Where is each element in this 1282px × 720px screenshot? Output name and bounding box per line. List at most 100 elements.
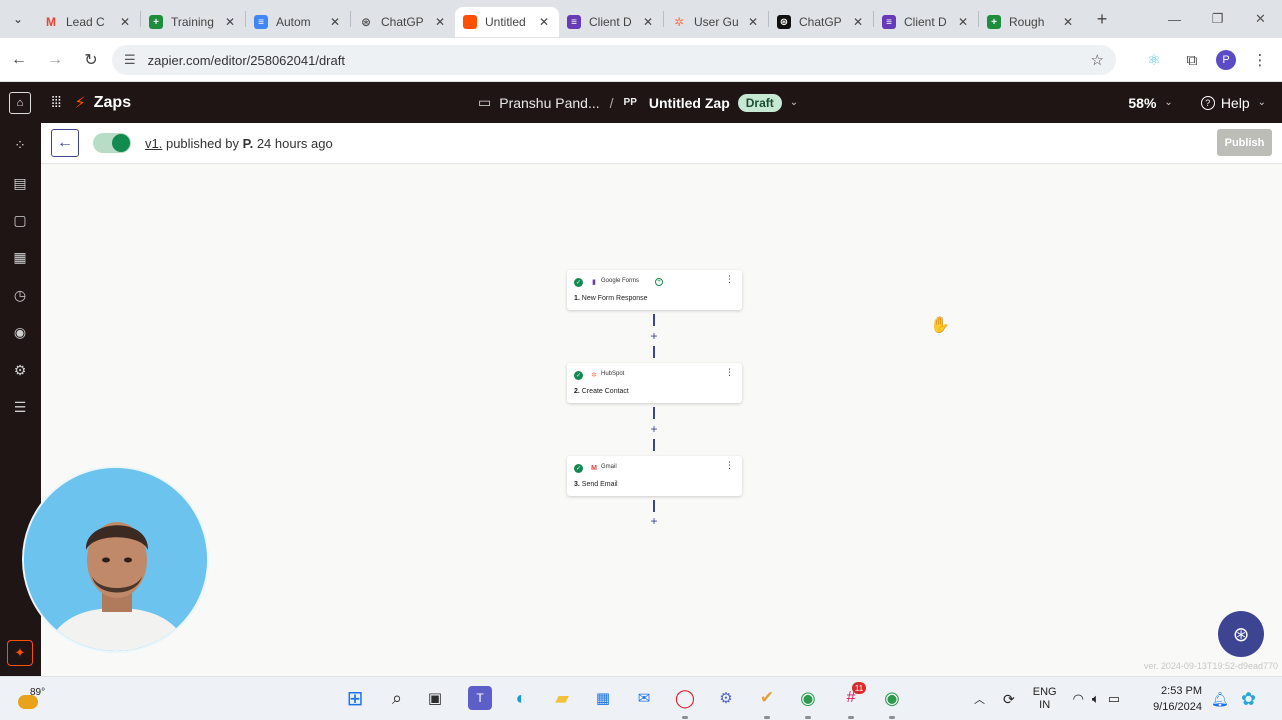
close-icon[interactable]: ✕ bbox=[118, 15, 132, 29]
stack-icon[interactable]: ☰ bbox=[10, 397, 30, 417]
app-grid-icon[interactable]: ⁞⁞⁞ bbox=[51, 94, 61, 111]
browser-menu-icon[interactable]: ⋮ bbox=[1246, 46, 1274, 74]
store-icon[interactable]: ▦ bbox=[591, 686, 615, 710]
forms-icon: ≡ bbox=[567, 15, 581, 29]
close-icon[interactable]: ✕ bbox=[1061, 15, 1075, 29]
sync-icon[interactable]: ⟳ bbox=[1003, 691, 1015, 708]
mail-icon[interactable]: ✉ bbox=[632, 686, 656, 710]
profile-avatar[interactable]: P bbox=[1216, 50, 1236, 70]
forward-arrow-icon[interactable]: → bbox=[38, 43, 72, 77]
minimize-icon[interactable]: — bbox=[1153, 0, 1196, 38]
running-indicator bbox=[805, 716, 811, 719]
close-icon[interactable]: ✕ bbox=[223, 15, 237, 29]
back-arrow-icon[interactable]: ← bbox=[51, 129, 79, 157]
browser-tab[interactable]: + Training ✕ bbox=[141, 7, 245, 37]
browser-tab[interactable]: ≡ Autom ✕ bbox=[246, 7, 350, 37]
step-action: 2. Create Contact bbox=[574, 388, 629, 395]
step-connector bbox=[653, 314, 655, 326]
chevron-down-icon[interactable]: ⌄ bbox=[790, 97, 798, 108]
wifi-icon[interactable]: ◠ bbox=[1073, 691, 1084, 707]
chevron-down-icon[interactable]: ⌄ bbox=[1164, 97, 1172, 108]
version-link[interactable]: v1. bbox=[145, 136, 162, 151]
step-card[interactable]: ✓ ▮ Google Forms + 1. New Form Response … bbox=[567, 270, 742, 310]
opera-icon[interactable]: ◯ bbox=[673, 686, 697, 710]
chatgpt-icon: ⊛ bbox=[777, 15, 791, 29]
section-title[interactable]: Zaps bbox=[94, 94, 131, 112]
add-step-button[interactable]: + bbox=[648, 515, 660, 527]
address-bar: ← → ↻ ☰ zapier.com/editor/258062041/draf… bbox=[0, 38, 1282, 82]
url-field[interactable]: ☰ zapier.com/editor/258062041/draft ☆ bbox=[112, 45, 1116, 75]
tab-title: Client D bbox=[589, 15, 632, 29]
calendar-icon[interactable]: ▦ bbox=[10, 247, 30, 267]
file-icon[interactable]: ▤ bbox=[10, 173, 30, 193]
more-options-icon[interactable]: ⋮ bbox=[725, 368, 734, 377]
activity-icon[interactable]: ◉ bbox=[10, 322, 30, 342]
more-options-icon[interactable]: ⋮ bbox=[725, 461, 734, 470]
chevron-up-icon[interactable]: ︿ bbox=[974, 691, 985, 707]
settings-gear-icon[interactable]: ⚙ bbox=[10, 360, 30, 380]
step-card[interactable]: ✓ ✲ HubSpot 2. Create Contact ⋮ bbox=[567, 363, 742, 403]
browser-tab[interactable]: ✲ User Gu ✕ bbox=[664, 7, 768, 37]
chrome-icon[interactable]: ◉ bbox=[880, 686, 904, 710]
close-icon[interactable]: ✕ bbox=[956, 15, 970, 29]
weather-widget[interactable]: 89° bbox=[18, 685, 48, 713]
clock[interactable]: 2:53 PM 9/16/2024 bbox=[1150, 683, 1202, 715]
more-options-icon[interactable]: ⋮ bbox=[725, 275, 734, 284]
zapier-ai-icon[interactable]: ✦ bbox=[7, 640, 33, 666]
add-step-button[interactable]: + bbox=[648, 423, 660, 435]
edge-icon[interactable]: ◐ bbox=[509, 686, 533, 710]
zap-canvas[interactable]: ✓ ▮ Google Forms + 1. New Form Response … bbox=[41, 164, 1282, 676]
language-code: ENG bbox=[1032, 686, 1057, 698]
bookmark-star-icon[interactable]: ☆ bbox=[1091, 51, 1104, 69]
browser-tab[interactable]: ⊛ ChatGP ✕ bbox=[769, 7, 873, 37]
task-view-icon[interactable]: ▣ bbox=[423, 686, 447, 710]
new-tab-button[interactable]: + bbox=[1087, 4, 1117, 34]
browser-tab[interactable]: ⊛ ChatGP ✕ bbox=[351, 7, 455, 37]
tasks-check-icon[interactable]: ✔ bbox=[755, 686, 779, 710]
file-explorer-icon[interactable]: ▰ bbox=[550, 686, 574, 710]
reload-icon[interactable]: ↻ bbox=[74, 43, 108, 77]
browser-tab[interactable]: + Rough ✕ bbox=[979, 7, 1083, 37]
home-icon[interactable]: ⌂ bbox=[9, 91, 31, 114]
battery-icon[interactable]: ▭ bbox=[1108, 691, 1120, 707]
zoom-level[interactable]: 58% bbox=[1128, 95, 1156, 111]
publish-button[interactable]: Publish bbox=[1217, 129, 1272, 156]
close-icon[interactable]: ✕ bbox=[537, 15, 551, 29]
close-icon[interactable]: ✕ bbox=[746, 15, 760, 29]
settings-gear-icon[interactable]: ⚙ bbox=[714, 686, 738, 710]
language-indicator[interactable]: ENG IN bbox=[1033, 686, 1057, 712]
step-card[interactable]: ✓ M Gmail 3. Send Email ⋮ bbox=[567, 456, 742, 496]
tab-search-icon[interactable]: ⌄ bbox=[0, 0, 36, 38]
close-window-icon[interactable]: ✕ bbox=[1239, 0, 1282, 38]
folder-name[interactable]: Pranshu Pand... bbox=[499, 95, 599, 111]
apps-icon[interactable]: ⁘ bbox=[10, 135, 30, 155]
support-chat-button[interactable]: ⊛ bbox=[1218, 611, 1264, 657]
chat-icon[interactable]: ▢ bbox=[10, 210, 30, 230]
close-icon[interactable]: ✕ bbox=[328, 15, 342, 29]
restore-icon[interactable]: ❐ bbox=[1196, 0, 1239, 38]
close-icon[interactable]: ✕ bbox=[851, 15, 865, 29]
close-icon[interactable]: ✕ bbox=[641, 15, 655, 29]
extensions-puzzle-icon[interactable]: ⧉ bbox=[1178, 46, 1206, 74]
close-icon[interactable]: ✕ bbox=[433, 15, 447, 29]
add-step-button[interactable]: + bbox=[648, 330, 660, 342]
help-menu[interactable]: Help bbox=[1221, 95, 1250, 111]
chevron-down-icon[interactable]: ⌄ bbox=[1258, 97, 1266, 108]
extension-react-icon[interactable]: ⚛ bbox=[1140, 46, 1168, 74]
browser-tab-active[interactable]: Untitled ✕ bbox=[455, 7, 559, 37]
search-icon[interactable]: ⌕ bbox=[385, 686, 409, 710]
site-info-icon[interactable]: ☰ bbox=[124, 52, 136, 68]
browser-tab[interactable]: M Lead C ✕ bbox=[36, 7, 140, 37]
back-arrow-icon[interactable]: ← bbox=[2, 43, 36, 77]
copilot-icon[interactable]: ✿ bbox=[1241, 677, 1256, 720]
windows-start-icon[interactable]: ⊞ bbox=[343, 686, 367, 710]
zap-on-toggle[interactable] bbox=[93, 133, 131, 153]
teams-icon[interactable]: T bbox=[468, 686, 492, 710]
zap-name[interactable]: Untitled Zap bbox=[649, 95, 730, 111]
chrome-icon[interactable]: ◉ bbox=[796, 686, 820, 710]
notification-bell-icon[interactable]: 🔔︎ bbox=[1211, 677, 1229, 720]
history-icon[interactable]: ◷ bbox=[10, 285, 30, 305]
browser-tab[interactable]: ≡ Client D ✕ bbox=[874, 7, 978, 37]
volume-icon[interactable]: 🔈︎ bbox=[1092, 691, 1100, 707]
browser-tab[interactable]: ≡ Client D ✕ bbox=[559, 7, 663, 37]
